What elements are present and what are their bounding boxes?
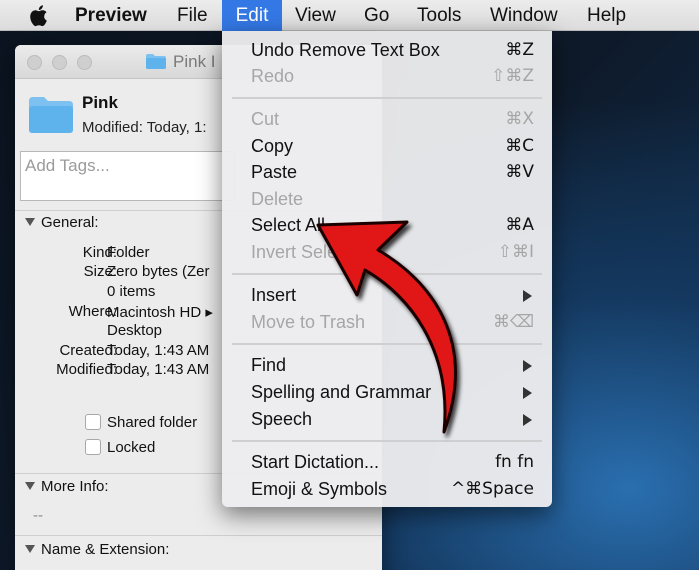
shared-folder-row: Shared folder <box>85 414 197 431</box>
more-info-section-header[interactable]: More Info: <box>25 478 109 495</box>
menu-view[interactable]: View <box>295 0 336 31</box>
zoom-window-button[interactable] <box>77 55 92 70</box>
disclosure-triangle-icon[interactable] <box>25 482 35 491</box>
folder-icon <box>146 54 166 69</box>
menu-item-spelling-grammar[interactable]: Spelling and Grammar <box>222 379 552 405</box>
shortcut-label: ⌘A <box>505 215 534 235</box>
where-value: Macintosh HD ▸ <box>107 304 213 321</box>
submenu-arrow-icon <box>523 387 532 399</box>
menu-item-speech[interactable]: Speech <box>222 406 552 432</box>
submenu-arrow-icon <box>523 360 532 372</box>
shortcut-label: ⌘X <box>505 109 534 129</box>
close-window-button[interactable] <box>27 55 42 70</box>
menu-item-move-to-trash[interactable]: Move to Trash ⌘⌫ <box>222 309 552 335</box>
edit-menu-dropdown: Undo Remove Text Box ⌘Z Redo ⇧⌘Z Cut ⌘X … <box>222 31 552 507</box>
menu-window[interactable]: Window <box>490 0 558 31</box>
shared-folder-checkbox[interactable] <box>85 414 101 431</box>
minimize-window-button[interactable] <box>52 55 67 70</box>
shortcut-label: fn fn <box>495 452 534 472</box>
locked-row: Locked <box>85 439 155 456</box>
app-menu-preview[interactable]: Preview <box>75 0 147 31</box>
tags-input[interactable]: Add Tags... <box>20 151 235 201</box>
more-info-value: -- <box>33 507 43 524</box>
menu-bar: Preview File Edit View Go Tools Window H… <box>0 0 699 31</box>
menu-item-start-dictation[interactable]: Start Dictation... fn fn <box>222 449 552 475</box>
menu-item-find[interactable]: Find <box>222 352 552 378</box>
menu-help[interactable]: Help <box>587 0 626 31</box>
menu-item-select-all[interactable]: Select All ⌘A <box>222 212 552 238</box>
menu-item-redo[interactable]: Redo ⇧⌘Z <box>222 63 552 89</box>
menu-edit[interactable]: Edit <box>222 0 282 31</box>
menu-item-paste[interactable]: Paste ⌘V <box>222 159 552 185</box>
name-extension-section-header[interactable]: Name & Extension: <box>25 541 169 558</box>
folder-icon <box>29 97 73 133</box>
general-section-header[interactable]: General: <box>25 214 99 231</box>
shortcut-label: ^⌘Space <box>450 479 534 499</box>
locked-label: Locked <box>107 439 156 456</box>
disclosure-triangle-icon[interactable] <box>25 218 35 227</box>
shortcut-label: ⇧⌘I <box>497 242 534 262</box>
created-value: Today, 1:43 AM <box>107 342 210 359</box>
menu-item-insert[interactable]: Insert <box>222 282 552 308</box>
modified-value: Today, 1:43 AM <box>107 361 210 378</box>
size-value: Zero bytes (Zer <box>107 263 210 280</box>
menu-item-undo[interactable]: Undo Remove Text Box ⌘Z <box>222 37 552 63</box>
shortcut-label: ⇧⌘Z <box>491 66 534 86</box>
menu-item-delete[interactable]: Delete <box>222 186 552 212</box>
locked-checkbox[interactable] <box>85 439 101 456</box>
item-count-value: 0 items <box>107 283 156 300</box>
where-value-continued: Desktop <box>107 322 163 339</box>
menu-item-cut[interactable]: Cut ⌘X <box>222 106 552 132</box>
menu-separator <box>232 97 542 99</box>
apple-menu[interactable] <box>27 0 49 31</box>
menu-file[interactable]: File <box>177 0 208 31</box>
window-title: Pink I <box>173 52 216 71</box>
menu-separator <box>232 440 542 442</box>
tags-placeholder: Add Tags... <box>25 156 110 175</box>
submenu-arrow-icon <box>523 290 532 302</box>
shared-folder-label: Shared folder <box>107 414 198 431</box>
shortcut-label: ⌘V <box>505 162 534 182</box>
item-name: Pink <box>82 93 118 112</box>
item-modified-summary: Modified: Today, 1: <box>82 119 207 136</box>
menu-tools[interactable]: Tools <box>417 0 461 31</box>
shortcut-label: ⌘Z <box>505 40 534 60</box>
divider <box>15 535 382 536</box>
apple-logo-icon <box>30 5 47 27</box>
menu-go[interactable]: Go <box>364 0 389 31</box>
kind-value: Folder <box>107 244 150 261</box>
submenu-arrow-icon <box>523 414 532 426</box>
menu-item-copy[interactable]: Copy ⌘C <box>222 133 552 159</box>
shortcut-label: ⌘C <box>505 136 534 156</box>
menu-separator <box>232 273 542 275</box>
menu-separator <box>232 343 542 345</box>
menu-item-emoji-symbols[interactable]: Emoji & Symbols ^⌘Space <box>222 476 552 502</box>
shortcut-label: ⌘⌫ <box>492 312 534 332</box>
disclosure-triangle-icon[interactable] <box>25 545 35 554</box>
menu-item-invert-selection[interactable]: Invert Selection ⇧⌘I <box>222 239 552 265</box>
